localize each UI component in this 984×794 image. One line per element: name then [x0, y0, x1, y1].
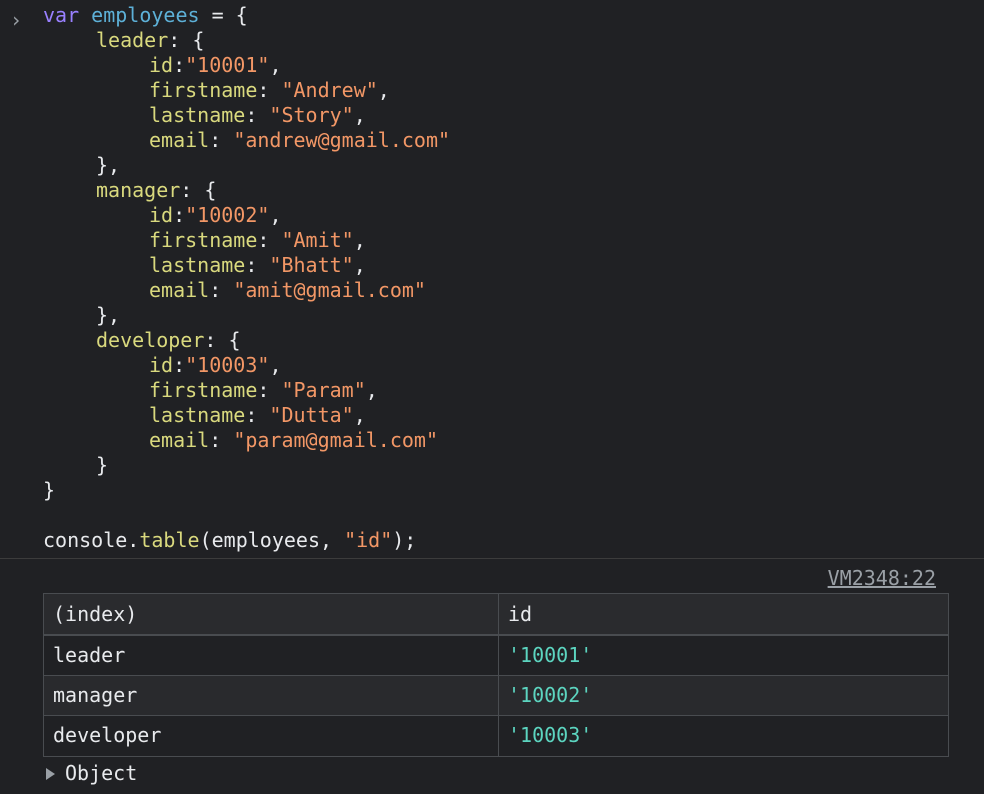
code-line-developer-id: id:"10003", — [149, 353, 282, 377]
string-value: "Andrew" — [281, 78, 378, 102]
code-line-close-brace: } — [96, 453, 109, 477]
prop-firstname: firstname — [149, 378, 258, 402]
code-line-leader-firstname: firstname: "Andrew", — [149, 78, 390, 102]
table-row: manager '10002' — [44, 676, 948, 716]
expand-triangle-icon[interactable] — [46, 767, 55, 780]
prop-email: email — [149, 278, 210, 302]
prop-firstname: firstname — [149, 228, 258, 252]
code-line-leader-id: id:"10001", — [149, 53, 282, 77]
object-label: Object — [65, 761, 138, 785]
prop-id: id — [149, 53, 174, 77]
code-line-leader-lastname: lastname: "Story", — [149, 103, 366, 127]
string-value: "amit@gmail.com" — [233, 278, 426, 302]
keyword-var: var — [43, 3, 80, 27]
string-value: "Amit" — [281, 228, 354, 252]
prop-email: email — [149, 128, 210, 152]
prop-leader: leader — [96, 28, 169, 52]
console-divider — [0, 558, 984, 559]
prop-manager: manager — [96, 178, 181, 202]
object-expander[interactable]: Object — [44, 761, 137, 786]
prop-email: email — [149, 428, 210, 452]
string-value: "param@gmail.com" — [233, 428, 439, 452]
prop-id: id — [149, 203, 174, 227]
code-line-manager-lastname: lastname: "Bhatt", — [149, 253, 366, 277]
prop-firstname: firstname — [149, 78, 258, 102]
table-cell-id: '10001' — [508, 643, 593, 667]
prop-id: id — [149, 353, 174, 377]
argument-id: "id" — [344, 528, 393, 552]
prop-lastname: lastname — [149, 103, 246, 127]
prop-lastname: lastname — [149, 403, 246, 427]
code-line-developer-lastname: lastname: "Dutta", — [149, 403, 366, 427]
console-object: console — [43, 528, 128, 552]
string-value: "Dutta" — [269, 403, 354, 427]
string-value: "10001" — [185, 53, 270, 77]
table-row: developer '10003' — [44, 716, 948, 756]
code-line-manager-id: id:"10002", — [149, 203, 282, 227]
string-value: "Bhatt" — [269, 253, 354, 277]
source-location-link[interactable]: VM2348:22 — [828, 566, 936, 591]
string-value: "Story" — [269, 103, 354, 127]
argument-employees: employees — [211, 528, 320, 552]
prompt-chevron-icon: › — [10, 8, 23, 32]
table-cell-id: '10002' — [508, 683, 593, 707]
table-row: leader '10001' — [44, 636, 948, 676]
table-cell-id: '10003' — [508, 723, 593, 747]
prop-developer: developer — [96, 328, 205, 352]
string-value: "10002" — [185, 203, 270, 227]
code-line-close-object: } — [43, 478, 56, 502]
code-line-leader-email: email: "andrew@gmail.com" — [149, 128, 451, 152]
code-line-console-table: console.table(employees, "id"); — [43, 528, 417, 552]
assign-brace: = { — [199, 3, 248, 27]
column-header-index[interactable]: (index) — [44, 594, 499, 634]
column-header-id[interactable]: id — [499, 594, 948, 634]
string-value: "Param" — [281, 378, 366, 402]
table-cell-index: developer — [44, 716, 499, 756]
code-line-developer-email: email: "param@gmail.com" — [149, 428, 439, 452]
function-name: table — [139, 528, 200, 552]
string-value: "andrew@gmail.com" — [233, 128, 451, 152]
code-line-1: var employees = { — [43, 3, 248, 28]
code-line-leader: leader: { — [96, 28, 205, 52]
table-cell-index: manager — [44, 676, 499, 715]
code-line-manager-email: email: "amit@gmail.com" — [149, 278, 426, 302]
string-value: "10003" — [185, 353, 270, 377]
code-line-close-brace: }, — [96, 303, 121, 327]
table-cell-index: leader — [44, 636, 499, 675]
console-table-output: (index) id leader '10001' manager '10002… — [43, 593, 949, 757]
variable-name: employees — [91, 3, 200, 27]
code-line-developer-firstname: firstname: "Param", — [149, 378, 378, 402]
code-line-manager: manager: { — [96, 178, 217, 202]
code-line-manager-firstname: firstname: "Amit", — [149, 228, 366, 252]
table-header-row: (index) id — [44, 594, 948, 636]
code-line-developer: developer: { — [96, 328, 241, 352]
code-line-close-brace: }, — [96, 153, 121, 177]
prop-lastname: lastname — [149, 253, 246, 277]
